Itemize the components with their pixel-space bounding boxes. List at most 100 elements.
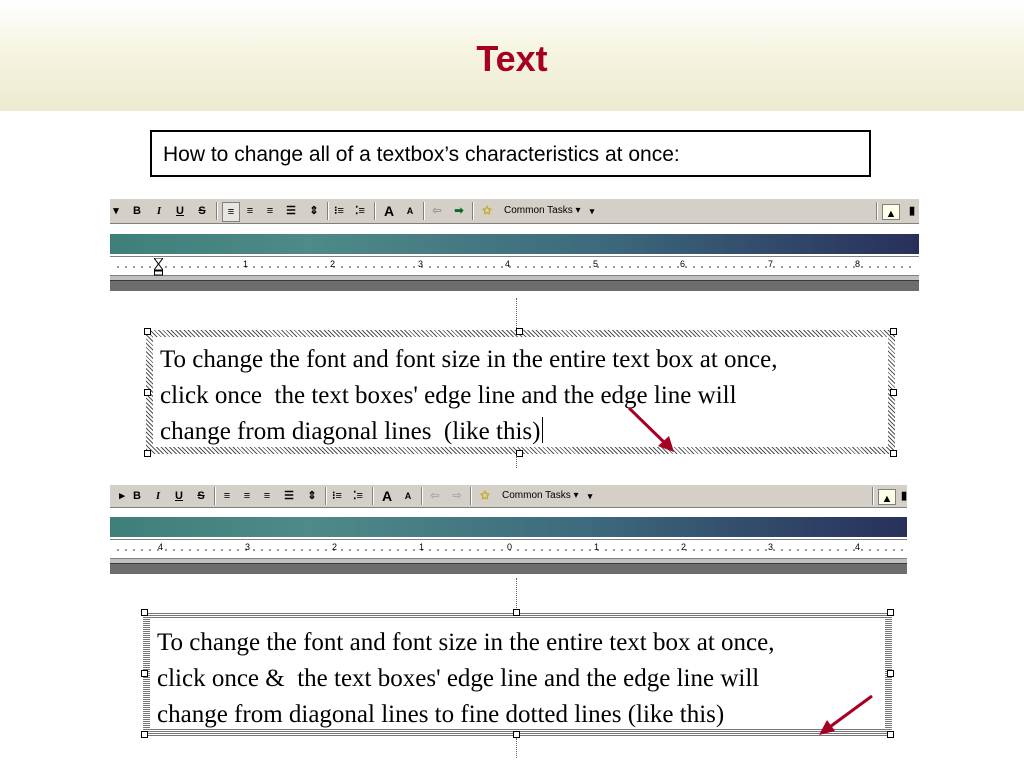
distribute-icon[interactable]: ☰ (284, 202, 298, 220)
resize-handle[interactable] (141, 670, 148, 677)
window-frame-strip (110, 280, 919, 291)
toolbar-separator (325, 487, 327, 505)
resize-handle[interactable] (890, 328, 897, 335)
bold-button[interactable]: B (130, 487, 144, 505)
text-box-text[interactable]: To change the font and font size in the … (160, 342, 777, 450)
italic-button[interactable]: I (153, 202, 165, 220)
window-title-bar (110, 234, 919, 254)
numbering-icon[interactable]: ⁝≡ (332, 202, 346, 220)
bold-button[interactable]: B (130, 202, 144, 220)
ruler-label: 1 (419, 542, 425, 552)
font-size-dropdown-icon[interactable]: ▸ (118, 487, 126, 505)
ruler-label: 3 (418, 259, 424, 269)
italic-button[interactable]: I (152, 487, 164, 505)
increase-font-icon[interactable]: A (382, 202, 396, 220)
promote-icon[interactable]: ⇦ (430, 202, 444, 220)
shadow-button[interactable]: S (196, 202, 208, 220)
underline-button[interactable]: U (174, 202, 186, 220)
ruler-label: 4 (158, 542, 164, 552)
promote-icon[interactable]: ⇦ (428, 487, 442, 505)
toolbar-options-dropdown[interactable]: ▾ (588, 202, 596, 220)
demote-icon[interactable]: ⇨ (450, 487, 464, 505)
font-size-dropdown-icon[interactable]: ▾ (112, 202, 120, 220)
resize-handle[interactable] (141, 609, 148, 616)
window-frame-strip (110, 563, 907, 574)
ruler-label: 5 (593, 259, 599, 269)
insert-picture-icon[interactable]: ▲ (878, 489, 896, 505)
increase-font-icon[interactable]: A (380, 487, 394, 505)
align-left-icon[interactable]: ≡ (222, 202, 240, 222)
ruler-ticks (114, 266, 915, 268)
common-tasks-menu[interactable]: Common Tasks ▾ (502, 487, 584, 505)
ruler-label: 2 (332, 542, 338, 552)
powerpoint-screenshot-bottom: ▸ B I U S ≡ ≡ ≡ ☰ ⇕ ⁝≡ ⁚≡ A A ⇦ ⇨ ✩ Comm… (110, 484, 907, 578)
resize-handle[interactable] (887, 609, 894, 616)
line-spacing-icon[interactable]: ⇕ (306, 202, 322, 220)
text-box-dotted-border[interactable]: To change the font and font size in the … (143, 612, 892, 736)
align-center-icon[interactable]: ≡ (243, 202, 257, 220)
formatting-toolbar: ▾ B I U S ≡ ≡ ≡ ☰ ⇕ ⁝≡ ⁚≡ A A ⇦ ➡ ✩ Comm… (110, 198, 919, 224)
resize-handle[interactable] (141, 731, 148, 738)
toolbar-overflow-icon[interactable]: ▮ (900, 487, 907, 505)
decrease-font-icon[interactable]: A (404, 202, 416, 220)
shadow-button[interactable]: S (195, 487, 207, 505)
subtitle-box: How to change all of a textbox’s charact… (150, 130, 871, 177)
toolbar-options-dropdown[interactable]: ▾ (586, 487, 594, 505)
text-line: To change the font and font size in the … (157, 629, 775, 656)
distribute-icon[interactable]: ☰ (282, 487, 296, 505)
text-line: To change the font and font size in the … (160, 346, 778, 373)
toolbar-separator (374, 202, 376, 220)
toolbar-separator (372, 487, 374, 505)
demote-icon[interactable]: ➡ (452, 202, 466, 220)
toolbar-separator (421, 487, 423, 505)
horizontal-ruler[interactable]: 1 2 3 4 5 6 7 8 (110, 256, 919, 276)
ruler-label: 1 (594, 542, 600, 552)
insert-picture-icon[interactable]: ▲ (882, 204, 900, 220)
ruler-label: 2 (681, 542, 687, 552)
toolbar-separator (423, 202, 425, 220)
align-left-icon[interactable]: ≡ (220, 487, 234, 505)
common-tasks-menu[interactable]: Common Tasks ▾ (504, 202, 586, 220)
formatting-toolbar: ▸ B I U S ≡ ≡ ≡ ☰ ⇕ ⁝≡ ⁚≡ A A ⇦ ⇨ ✩ Comm… (110, 484, 907, 508)
resize-handle[interactable] (887, 670, 894, 677)
indent-marker-icon[interactable] (153, 257, 164, 276)
resize-handle[interactable] (144, 450, 151, 457)
line-spacing-icon[interactable]: ⇕ (304, 487, 320, 505)
resize-handle[interactable] (890, 389, 897, 396)
resize-handle[interactable] (144, 389, 151, 396)
toolbar-overflow-icon[interactable]: ▮ (907, 202, 917, 220)
align-center-icon[interactable]: ≡ (240, 487, 254, 505)
toolbar-separator (214, 487, 216, 505)
bullets-icon[interactable]: ⁚≡ (353, 202, 367, 220)
resize-handle[interactable] (890, 450, 897, 457)
ruler-label: 8 (855, 259, 861, 269)
arrow-pointer-icon (627, 406, 674, 452)
center-guide-line (516, 738, 517, 758)
align-right-icon[interactable]: ≡ (263, 202, 277, 220)
resize-handle[interactable] (144, 328, 151, 335)
resize-handle[interactable] (887, 731, 894, 738)
ruler-label: 4 (505, 259, 511, 269)
decrease-font-icon[interactable]: A (402, 487, 414, 505)
underline-button[interactable]: U (173, 487, 185, 505)
ruler-label: 6 (680, 259, 686, 269)
resize-handle[interactable] (516, 328, 523, 335)
animation-icon[interactable]: ✩ (476, 487, 494, 505)
resize-handle[interactable] (513, 609, 520, 616)
text-box-diagonal-border[interactable]: To change the font and font size in the … (146, 330, 895, 454)
resize-handle[interactable] (516, 450, 523, 457)
numbering-icon[interactable]: ⁝≡ (330, 487, 344, 505)
text-line: change from diagonal lines to fine dotte… (157, 701, 725, 728)
resize-handle[interactable] (513, 731, 520, 738)
toolbar-separator (472, 202, 474, 220)
slide-title: Text (476, 38, 548, 79)
toolbar-separator (876, 202, 878, 220)
center-guide-line (516, 578, 517, 612)
align-right-icon[interactable]: ≡ (260, 487, 274, 505)
horizontal-ruler[interactable]: 4 3 2 1 0 1 2 3 4 (110, 539, 907, 559)
text-line: click once & the text boxes' edge line a… (157, 665, 760, 692)
animation-icon[interactable]: ✩ (478, 202, 496, 220)
bullets-icon[interactable]: ⁚≡ (351, 487, 365, 505)
text-box-text[interactable]: To change the font and font size in the … (157, 625, 774, 733)
text-box-content: To change the font and font size in the … (153, 337, 888, 447)
